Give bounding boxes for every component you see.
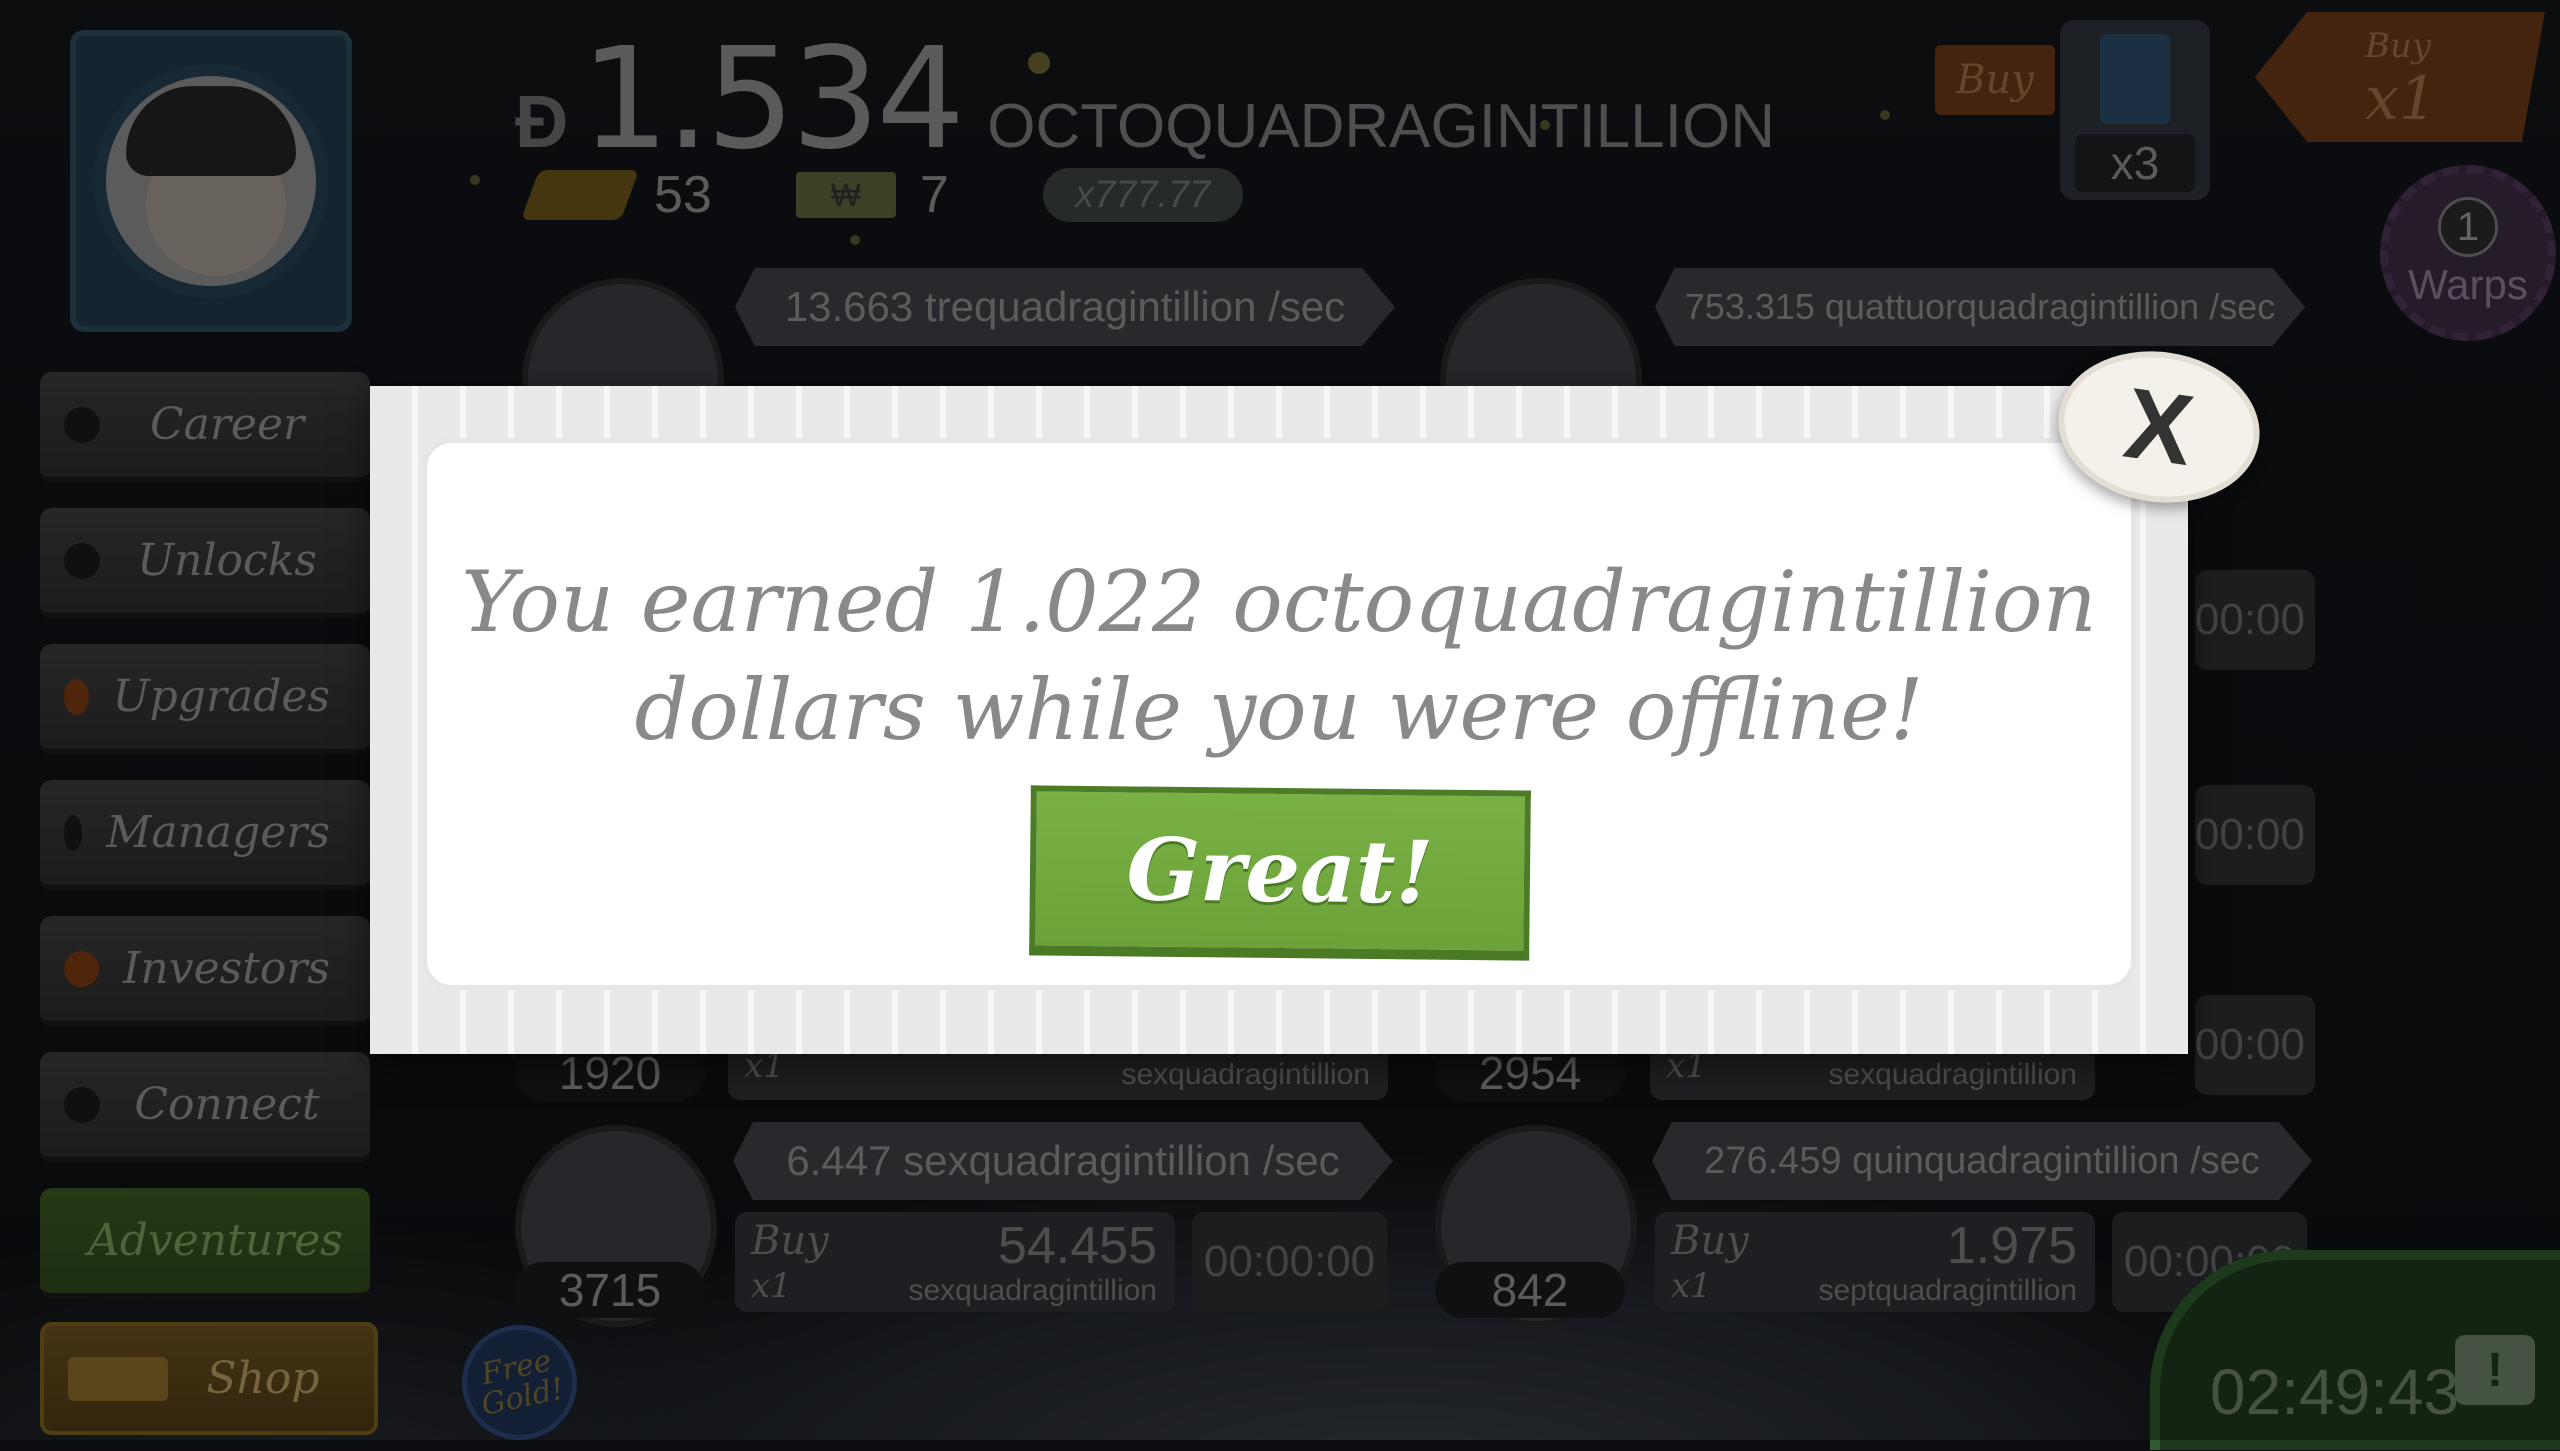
close-icon: X [2118, 366, 2200, 487]
message-line: You earned 1.022 octoquadragintillion [461, 553, 2097, 651]
message-line: dollars while you were offline! [634, 661, 1924, 759]
offline-earnings-message: You earned 1.022 octoquadragintillion do… [427, 548, 2131, 764]
great-button[interactable]: Great! [1029, 785, 1531, 961]
great-button-label: Great! [1126, 818, 1434, 924]
